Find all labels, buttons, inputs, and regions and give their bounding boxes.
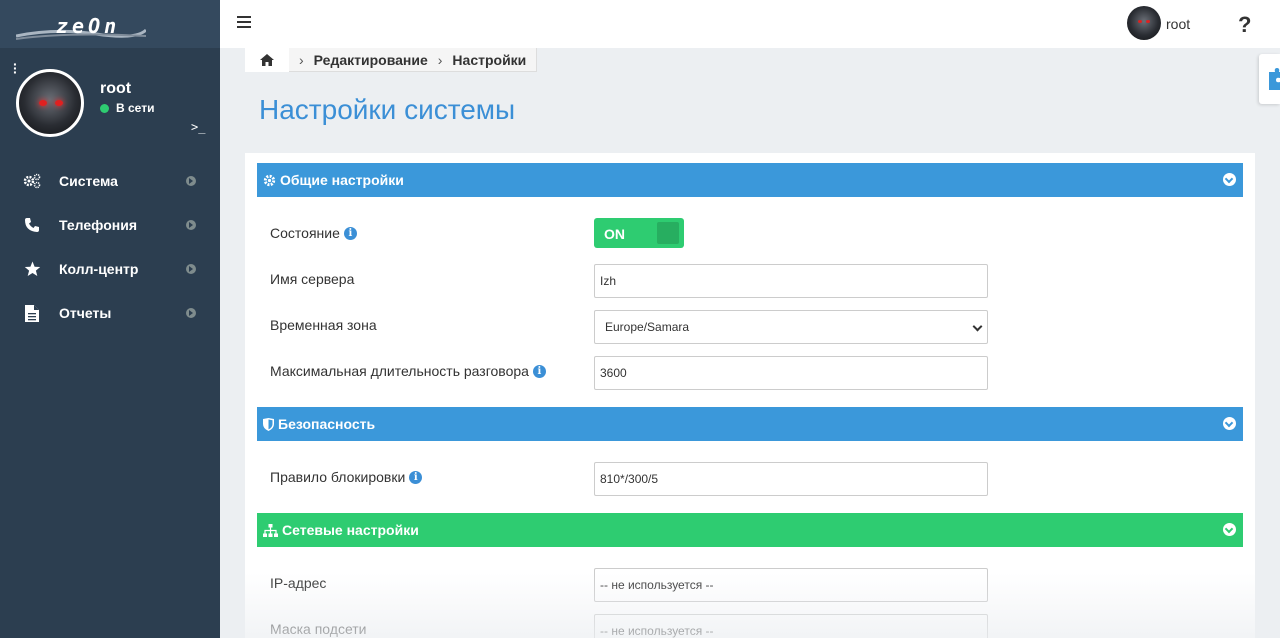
top-bar: root ? (220, 0, 1280, 48)
block-rule-input[interactable]: 810*/300/5 (594, 462, 988, 496)
avatar[interactable] (16, 69, 84, 137)
section-title: Безопасность (278, 416, 376, 432)
chevron-down-icon[interactable] (1223, 523, 1236, 536)
logo-bar: zeOn (0, 0, 220, 48)
chevron-right-icon (186, 264, 196, 274)
info-icon[interactable]: i (409, 470, 423, 484)
home-icon[interactable] (245, 47, 289, 72)
section-general-header[interactable]: Общие настройки (257, 163, 1243, 197)
timezone-select[interactable]: Europe/Samara (594, 310, 988, 344)
server-name-label: Имя сервера (270, 271, 355, 287)
timezone-label: Временная зона (270, 317, 377, 333)
ip-address-label: IP-адрес (270, 575, 327, 591)
sidebar-item-label: Колл-центр (59, 261, 139, 277)
topbar-username[interactable]: root (1166, 16, 1190, 32)
chevron-down-icon[interactable] (1223, 173, 1236, 186)
subnet-mask-label: Маска подсети (270, 621, 367, 637)
max-duration-input[interactable]: 3600 (594, 356, 988, 390)
sidebar-item-label: Система (59, 173, 118, 189)
settings-panel: Общие настройки Состояние i ON Имя серве… (245, 153, 1255, 638)
chevron-right-icon (186, 308, 196, 318)
phone-icon (23, 216, 41, 234)
logo-text: zeOn (56, 14, 121, 38)
sidebar-item-label: Отчеты (59, 305, 112, 321)
toggle-label: ON (604, 226, 625, 242)
section-title: Общие настройки (280, 172, 404, 188)
sidebar-username: root (100, 80, 132, 97)
breadcrumb: › Редактирование › Настройки (245, 47, 538, 72)
logo[interactable]: zeOn (16, 8, 146, 40)
settings-side-tab[interactable] (1259, 54, 1280, 104)
user-status-label: В сети (116, 101, 155, 115)
max-duration-label: Максимальная длительность разговора i (270, 363, 546, 379)
breadcrumb-item-edit[interactable]: Редактирование (314, 52, 428, 68)
section-security-header[interactable]: Безопасность (257, 407, 1243, 441)
section-title: Сетевые настройки (282, 522, 419, 538)
state-toggle[interactable]: ON (594, 218, 684, 248)
sidebar-item-system[interactable]: Система (0, 159, 220, 203)
info-icon[interactable]: i (343, 226, 357, 240)
puzzle-icon (1269, 68, 1280, 90)
sidebar: zeOn · · · root В сети >_ Система Телефони… (0, 0, 220, 638)
breadcrumb-separator-icon: › (437, 51, 443, 68)
user-status: В сети (100, 101, 154, 115)
sidebar-item-reports[interactable]: Отчеты (0, 291, 220, 335)
toggle-knob (657, 222, 679, 244)
gear-icon (263, 174, 276, 187)
terminal-icon[interactable]: >_ (191, 120, 205, 134)
sitemap-icon (263, 523, 278, 537)
sidebar-item-callcenter[interactable]: Колл-центр (0, 247, 220, 291)
timezone-selected-value: Europe/Samara (605, 320, 690, 334)
section-network-header[interactable]: Сетевые настройки (257, 513, 1243, 547)
document-icon (23, 304, 41, 322)
chevron-down-icon (972, 321, 983, 332)
sidebar-item-label: Телефония (59, 217, 137, 233)
sidebar-item-telephony[interactable]: Телефония (0, 203, 220, 247)
hamburger-menu-icon[interactable] (237, 16, 251, 30)
block-rule-label: Правило блокировки i (270, 469, 423, 485)
more-vertical-icon[interactable]: · · · (13, 57, 18, 79)
gears-icon (23, 172, 41, 190)
shield-icon (263, 417, 274, 431)
breadcrumb-item-settings: Настройки (452, 51, 527, 68)
state-label: Состояние i (270, 225, 357, 241)
chevron-right-icon (186, 176, 196, 186)
chevron-down-icon[interactable] (1223, 417, 1236, 430)
subnet-mask-input[interactable]: -- не используется -- (594, 614, 988, 638)
online-dot-icon (100, 103, 109, 113)
chevron-right-icon (186, 220, 196, 230)
ip-address-input[interactable]: -- не используется -- (594, 568, 988, 602)
breadcrumb-separator-icon: › (299, 51, 304, 68)
help-icon[interactable]: ? (1238, 12, 1251, 38)
page-title: Настройки системы (259, 94, 516, 125)
server-name-input[interactable]: Izh (594, 264, 988, 298)
topbar-avatar[interactable] (1127, 6, 1161, 40)
star-icon (23, 260, 41, 278)
sidebar-nav: Система Телефония Колл-центр Отчеты (0, 159, 220, 335)
info-icon[interactable]: i (532, 364, 546, 378)
